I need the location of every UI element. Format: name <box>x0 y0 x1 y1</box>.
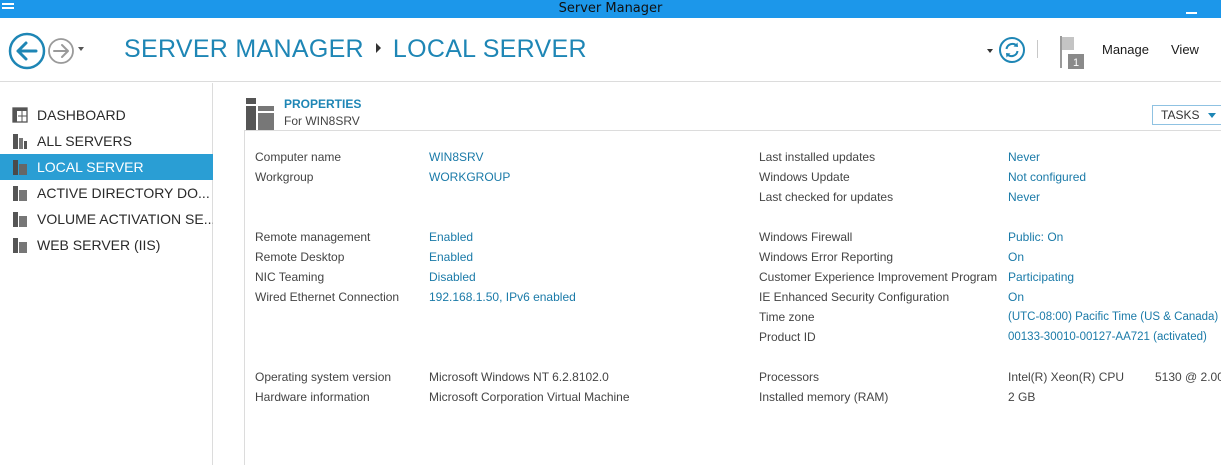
properties-server-icon <box>246 98 274 130</box>
computer-name-value[interactable]: WIN8SRV <box>429 150 483 164</box>
processors-value-speed: 5130 @ 2.00 <box>1155 370 1221 384</box>
sidebar-item-dashboard[interactable]: DASHBOARD <box>0 102 213 128</box>
ceip-value[interactable]: Participating <box>1008 270 1074 284</box>
time-zone-label: Time zone <box>759 310 815 324</box>
sidebar-item-label: ACTIVE DIRECTORY DO... <box>37 185 210 201</box>
manage-menu[interactable]: Manage <box>1102 42 1149 57</box>
tasks-button[interactable]: TASKS <box>1152 105 1221 125</box>
ie-esc-label: IE Enhanced Security Configuration <box>759 290 950 304</box>
last-checked-label: Last checked for updates <box>759 190 894 204</box>
breadcrumb-server-manager[interactable]: SERVER MANAGER <box>124 35 364 63</box>
refresh-dropdown-icon[interactable] <box>986 47 994 55</box>
breadcrumb-separator-icon <box>375 43 381 54</box>
windows-update-value[interactable]: Not configured <box>1008 170 1086 184</box>
product-id-value[interactable]: 00133-30010-00127-AA721 (activated) <box>1008 330 1207 344</box>
remote-desktop-value[interactable]: Enabled <box>429 250 473 264</box>
notifications-flag-icon[interactable]: 1 <box>1058 34 1086 70</box>
tile-header-divider <box>244 130 1221 131</box>
properties-title[interactable]: PROPERTIES <box>284 97 361 111</box>
forward-arrow-icon[interactable] <box>47 37 75 65</box>
workgroup-value[interactable]: WORKGROUP <box>429 170 510 184</box>
remote-desktop-label: Remote Desktop <box>255 250 345 264</box>
sidebar-item-label: WEB SERVER (IIS) <box>37 237 161 253</box>
time-zone-value[interactable]: (UTC-08:00) Pacific Time (US & Canada) <box>1008 310 1218 324</box>
last-installed-updates-label: Last installed updates <box>759 150 876 164</box>
sidebar-item-label: VOLUME ACTIVATION SE... <box>37 211 213 227</box>
header-bar: SERVER MANAGER LOCAL SERVER 1 Manage View <box>0 18 1221 82</box>
last-checked-value[interactable]: Never <box>1008 190 1040 204</box>
sidebar-item-label: ALL SERVERS <box>37 133 132 149</box>
tile-border <box>244 130 245 465</box>
window-title: Server Manager <box>558 1 663 16</box>
notification-count: 1 <box>1073 57 1079 69</box>
windows-update-label: Windows Update <box>759 170 850 184</box>
wired-ethernet-value[interactable]: 192.168.1.50, IPv6 enabled <box>429 290 576 304</box>
view-menu[interactable]: View <box>1171 42 1199 57</box>
sidebar: DASHBOARD ALL SERVERS LOCAL SERVER ACTIV… <box>0 83 213 465</box>
servers-icon <box>13 238 27 253</box>
minimize-button[interactable] <box>1185 4 1199 14</box>
memory-value: 2 GB <box>1008 390 1036 404</box>
memory-label: Installed memory (RAM) <box>759 390 889 404</box>
sidebar-item-active-directory[interactable]: ACTIVE DIRECTORY DO... <box>0 180 213 206</box>
window-titlebar: Server Manager <box>0 0 1221 18</box>
product-id-label: Product ID <box>759 330 816 344</box>
sidebar-item-label: LOCAL SERVER <box>37 159 144 175</box>
ie-esc-value[interactable]: On <box>1008 290 1024 304</box>
ceip-label: Customer Experience Improvement Program <box>759 270 998 284</box>
sidebar-item-local-server[interactable]: LOCAL SERVER <box>0 154 213 180</box>
back-arrow-icon[interactable] <box>8 32 46 70</box>
history-dropdown-icon[interactable] <box>77 45 85 53</box>
nic-teaming-label: NIC Teaming <box>255 270 325 284</box>
processors-label: Processors <box>759 370 820 384</box>
refresh-icon[interactable] <box>998 36 1026 64</box>
windows-firewall-label: Windows Firewall <box>759 230 853 244</box>
servers-icon <box>13 134 27 149</box>
breadcrumb-local-server[interactable]: LOCAL SERVER <box>393 35 587 63</box>
sidebar-item-web-server[interactable]: WEB SERVER (IIS) <box>0 232 213 258</box>
last-installed-updates-value[interactable]: Never <box>1008 150 1040 164</box>
hardware-label: Hardware information <box>255 390 370 404</box>
hardware-value: Microsoft Corporation Virtual Machine <box>429 390 630 404</box>
error-reporting-label: Windows Error Reporting <box>759 250 894 264</box>
windows-firewall-value[interactable]: Public: On <box>1008 230 1063 244</box>
breadcrumb: SERVER MANAGER LOCAL SERVER <box>124 35 587 67</box>
tasks-label: TASKS <box>1161 108 1200 122</box>
sidebar-item-label: DASHBOARD <box>37 107 126 123</box>
servers-icon <box>13 212 27 227</box>
computer-name-label: Computer name <box>255 150 342 164</box>
wired-ethernet-label: Wired Ethernet Connection <box>255 290 400 304</box>
processors-value: Intel(R) Xeon(R) CPU <box>1008 370 1125 384</box>
servers-icon <box>13 186 27 201</box>
properties-subtitle: For WIN8SRV <box>284 114 360 128</box>
remote-management-value[interactable]: Enabled <box>429 230 473 244</box>
properties-tile: PROPERTIES For WIN8SRV TASKS Computer na… <box>214 83 1221 465</box>
dashboard-icon <box>12 107 28 123</box>
error-reporting-value[interactable]: On <box>1008 250 1024 264</box>
workgroup-label: Workgroup <box>255 170 314 184</box>
os-version-label: Operating system version <box>255 370 392 384</box>
sidebar-item-volume-activation[interactable]: VOLUME ACTIVATION SE... <box>0 206 213 232</box>
header-divider <box>1037 40 1038 58</box>
os-version-value: Microsoft Windows NT 6.2.8102.0 <box>429 370 609 384</box>
server-icon <box>13 160 27 175</box>
nic-teaming-value[interactable]: Disabled <box>429 270 476 284</box>
tasks-dropdown-icon <box>1208 113 1216 118</box>
remote-management-label: Remote management <box>255 230 371 244</box>
sidebar-item-all-servers[interactable]: ALL SERVERS <box>0 128 213 154</box>
